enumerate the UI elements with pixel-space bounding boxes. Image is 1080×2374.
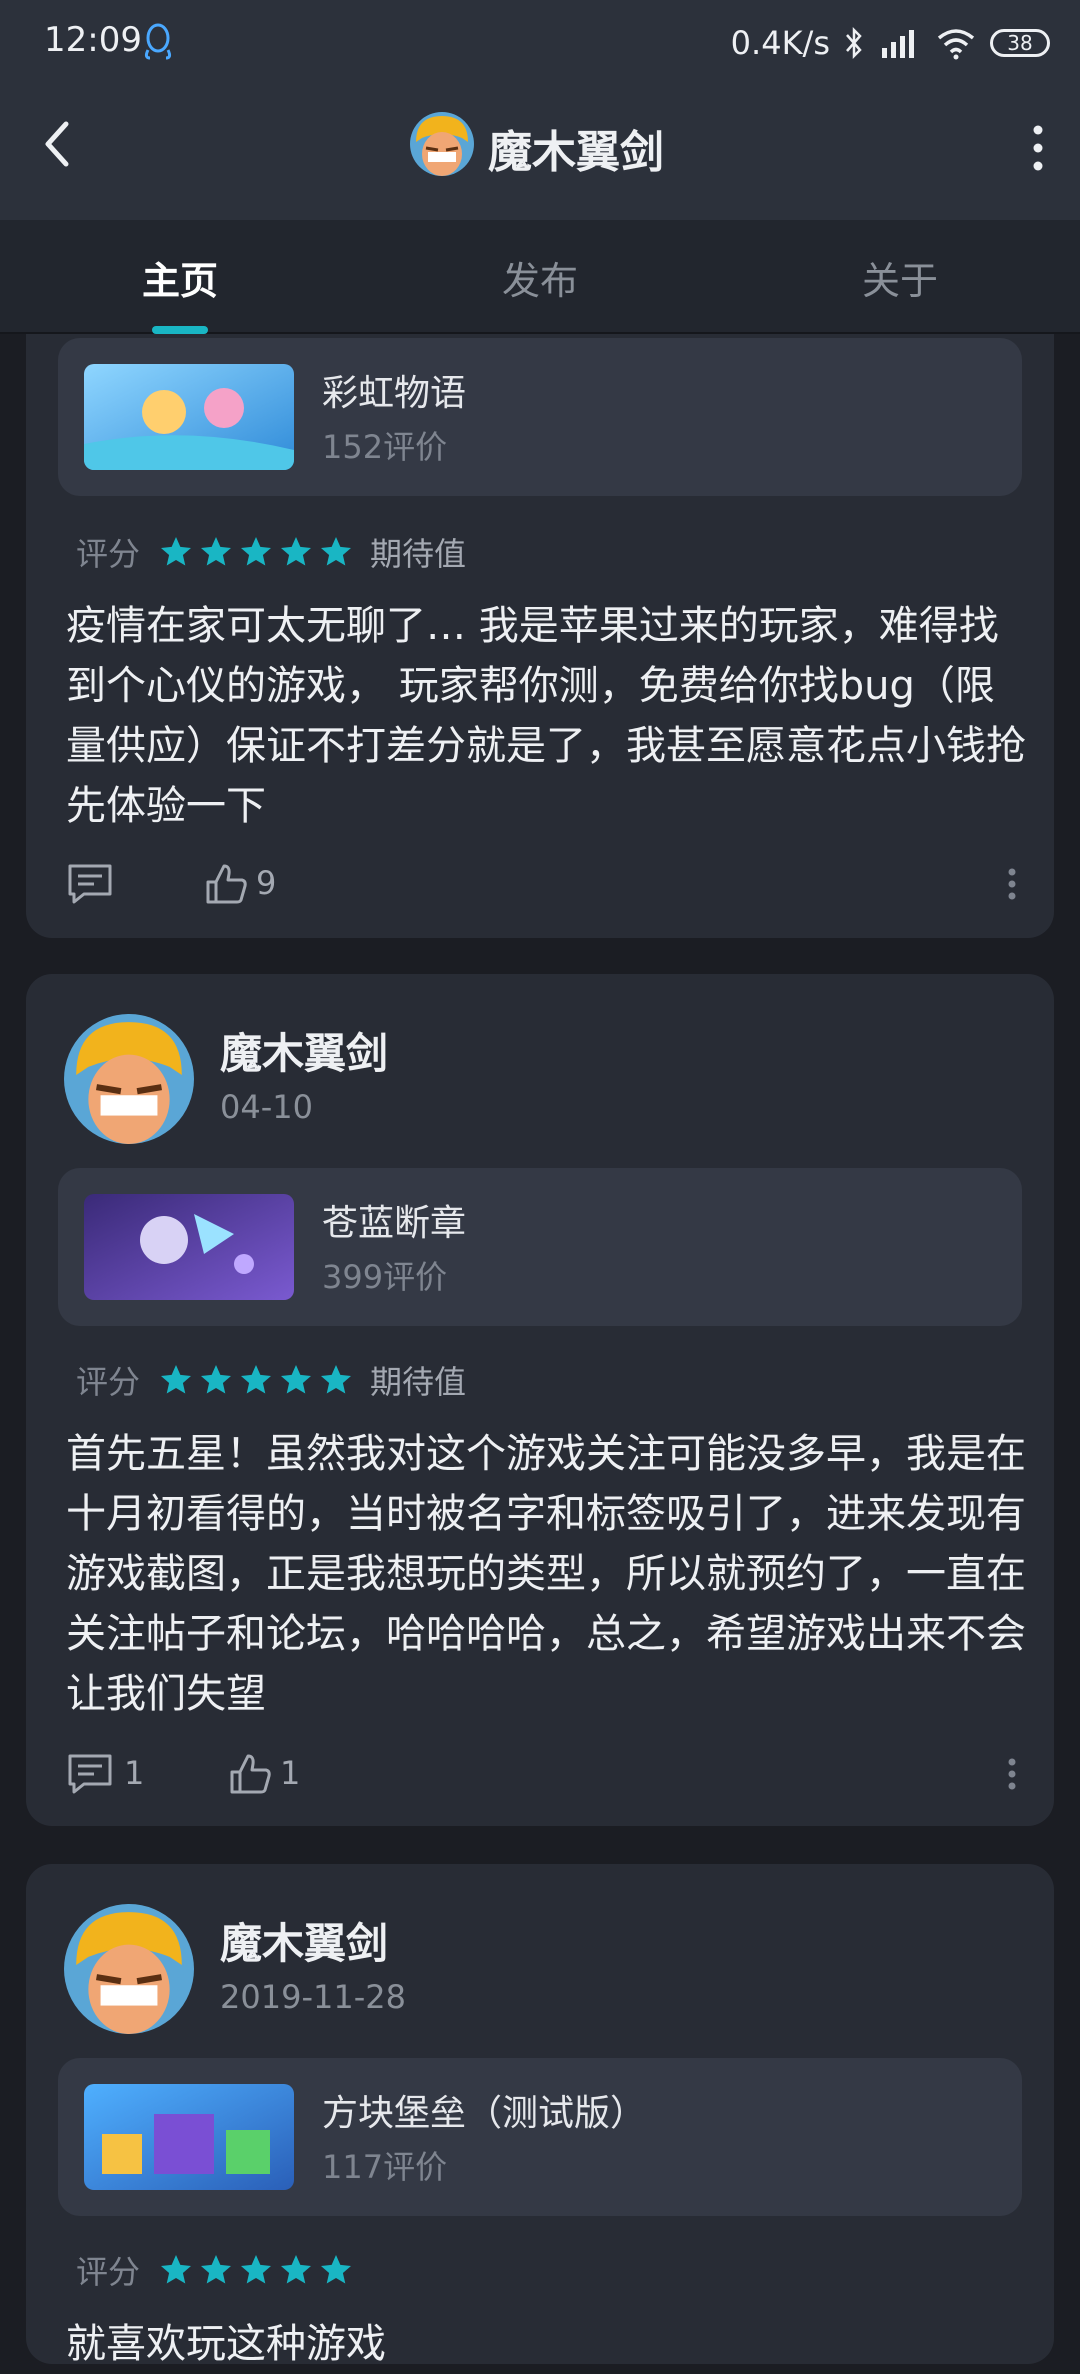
post-actions: 1 1 xyxy=(66,1750,1046,1800)
comment-icon[interactable] xyxy=(66,1752,114,1796)
rating-label: 评分 xyxy=(76,2253,141,2291)
game-review-count: 399评价 xyxy=(322,1258,448,1296)
star-icon xyxy=(281,1365,312,1394)
author-name[interactable]: 魔木翼剑 xyxy=(220,1020,388,1081)
star-icon xyxy=(241,1365,272,1394)
post-date: 2019-11-28 xyxy=(220,1978,406,2016)
page-title: 魔木翼剑 xyxy=(488,127,664,178)
barbarian-avatar-icon xyxy=(410,112,474,176)
author-avatar[interactable] xyxy=(64,1014,194,1144)
star-icon xyxy=(161,2255,192,2284)
review-text: 首先五星！虽然我对这个游戏关注可能没多早，我是在十月初看得的，当时被名字和标签吸… xyxy=(66,1431,1026,1717)
post-more-icon[interactable] xyxy=(1006,1756,1018,1792)
author-name[interactable]: 魔木翼剑 xyxy=(220,1910,388,1971)
comment-icon[interactable] xyxy=(66,862,114,906)
game-name: 苍蓝断章 xyxy=(322,1203,467,1244)
thumbs-up-icon[interactable] xyxy=(228,1752,272,1796)
star-icon xyxy=(201,2255,232,2284)
star-icon xyxy=(281,2255,312,2284)
post-actions: 9 xyxy=(66,860,1046,910)
game-review-count: 152评价 xyxy=(322,428,448,466)
tab-publish[interactable]: 发布 xyxy=(440,250,640,305)
tab-about[interactable]: 关于 xyxy=(800,250,1000,305)
status-time: 12:09 xyxy=(44,20,142,60)
rating-label: 评分 xyxy=(76,535,141,573)
game-info-box[interactable]: 苍蓝断章 399评价 xyxy=(58,1168,1022,1326)
network-speed: 0.4K/s xyxy=(730,24,830,62)
star-icon xyxy=(201,1365,232,1394)
game-cover-image xyxy=(84,1194,294,1300)
back-arrow-icon[interactable] xyxy=(36,114,80,174)
star-icon xyxy=(281,537,312,566)
star-rating xyxy=(158,534,354,570)
qq-notification-icon xyxy=(144,23,172,60)
thumbs-up-icon[interactable] xyxy=(204,862,248,906)
rating-row: 评分 期待值 xyxy=(76,1355,466,1405)
header-avatar xyxy=(410,112,474,176)
star-icon xyxy=(241,2255,272,2284)
review-text: 疫情在家可太无聊了… 我是苹果过来的玩家，难得找到个心仪的游戏， 玩家帮你测，免… xyxy=(66,603,1026,829)
game-thumbnail xyxy=(84,364,294,470)
tab-bar: 主页 发布 关于 xyxy=(0,220,1080,334)
game-name: 方块堡垒（测试版） xyxy=(322,2093,647,2134)
star-icon xyxy=(161,537,192,566)
star-icon xyxy=(241,537,272,566)
rating-row: 评分 xyxy=(76,2245,354,2295)
barbarian-avatar-icon xyxy=(64,1904,194,2034)
battery-indicator: 38 xyxy=(990,29,1050,57)
game-thumbnail xyxy=(84,2084,294,2190)
like-count: 1 xyxy=(280,1754,301,1792)
review-card: 魔木翼剑 04-10 苍蓝断章 399评价 评分 期待值 首先五星！虽然我对这个… xyxy=(26,974,1054,1826)
status-right-group: 0.4K/s 38 xyxy=(731,18,1050,68)
star-rating xyxy=(158,2252,354,2288)
game-cover-image xyxy=(84,2084,294,2190)
title-bar: 魔木翼剑 xyxy=(0,84,1080,220)
author-avatar[interactable] xyxy=(64,1904,194,2034)
game-name: 彩虹物语 xyxy=(322,373,467,414)
barbarian-avatar-icon xyxy=(64,1014,194,1144)
game-review-count: 117评价 xyxy=(322,2148,448,2186)
tab-home[interactable]: 主页 xyxy=(80,250,280,305)
top-app-bar: 12:09 0.4K/s 38 魔木翼剑 xyxy=(0,0,1080,220)
star-icon xyxy=(321,537,352,566)
star-icon xyxy=(321,2255,352,2284)
star-icon xyxy=(321,1365,352,1394)
signal-icon xyxy=(882,30,914,58)
rating-row: 评分 期待值 xyxy=(76,527,466,577)
post-date: 04-10 xyxy=(220,1088,313,1126)
game-info-box[interactable]: 方块堡垒（测试版） 117评价 xyxy=(58,2058,1022,2216)
like-count: 9 xyxy=(256,864,277,902)
star-rating xyxy=(158,1362,354,1398)
rating-note: 期待值 xyxy=(370,1363,467,1401)
rating-note: 期待值 xyxy=(370,535,467,573)
bluetooth-icon xyxy=(846,26,862,60)
star-icon xyxy=(161,1365,192,1394)
more-options-icon[interactable] xyxy=(1026,120,1050,176)
star-icon xyxy=(201,537,232,566)
post-more-icon[interactable] xyxy=(1006,866,1018,902)
game-info-box[interactable]: 彩虹物语 152评价 xyxy=(58,338,1022,496)
comment-count: 1 xyxy=(124,1754,145,1792)
active-tab-indicator xyxy=(152,326,208,334)
wifi-icon xyxy=(937,29,975,60)
review-text: 就喜欢玩这种游戏 xyxy=(66,2321,386,2367)
game-cover-image xyxy=(84,364,294,470)
status-bar: 12:09 0.4K/s 38 xyxy=(0,0,1080,84)
game-thumbnail xyxy=(84,1194,294,1300)
review-card: 魔木翼剑 2019-11-28 方块堡垒（测试版） 117评价 评分 就喜欢玩这… xyxy=(26,1864,1054,2367)
rating-label: 评分 xyxy=(76,1363,141,1401)
review-card: 彩虹物语 152评价 评分 期待值 疫情在家可太无聊了… 我是苹果过来的玩家，难… xyxy=(26,300,1054,938)
